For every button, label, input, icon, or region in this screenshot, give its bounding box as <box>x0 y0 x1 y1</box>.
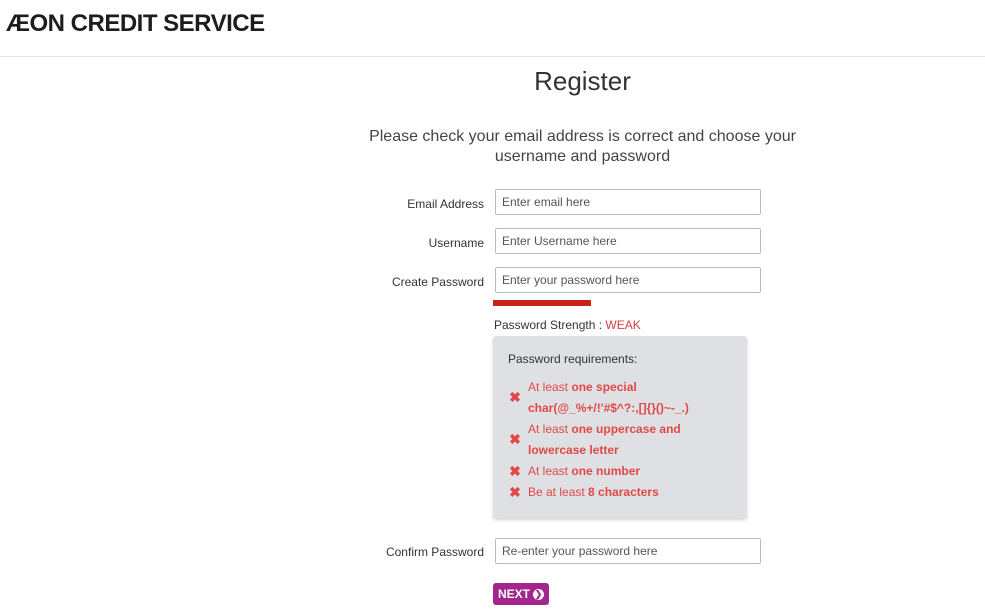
requirement-item: ✖ Be at least 8 characters <box>508 482 738 503</box>
cross-icon: ✖ <box>509 463 521 479</box>
username-label: Username <box>428 236 484 250</box>
strength-value: WEAK <box>605 318 641 332</box>
username-input[interactable] <box>495 228 761 254</box>
circle-arrow-right-icon: ❯ <box>533 588 544 600</box>
requirements-title: Password requirements: <box>508 352 638 366</box>
aeon-logo[interactable]: ÆON CREDIT SERVICE <box>6 10 265 38</box>
next-button[interactable]: NEXT ❯ <box>493 583 549 605</box>
email-input[interactable] <box>495 189 761 215</box>
site-header: ÆON CREDIT SERVICE <box>0 0 985 57</box>
password-input[interactable] <box>495 267 761 293</box>
password-strength-bar <box>493 300 591 306</box>
requirement-detail: 8 characters <box>588 485 659 499</box>
page-title: Register <box>534 66 631 96</box>
requirement-item: ✖ At least one uppercase and lowercase l… <box>508 419 738 461</box>
requirement-prefix: At least <box>528 464 572 478</box>
confirm-password-label: Confirm Password <box>385 545 484 559</box>
strength-label: Password Strength : <box>494 318 603 332</box>
requirement-prefix: At least <box>528 380 572 394</box>
requirement-detail: one number <box>571 464 641 478</box>
password-label: Create Password <box>391 275 484 289</box>
requirement-item: ✖ At least one number <box>508 461 738 482</box>
password-strength-text: Password Strength : WEAK <box>494 318 641 332</box>
cross-icon: ✖ <box>509 484 521 500</box>
requirement-item: ✖ At least one special char(@_%+/!'#$^?:… <box>508 377 738 419</box>
email-label: Email Address <box>407 197 484 211</box>
cross-icon: ✖ <box>509 389 521 405</box>
password-requirements-panel: Password requirements: ✖ At least one sp… <box>493 336 747 518</box>
confirm-password-input[interactable] <box>495 538 761 564</box>
next-label: NEXT <box>497 587 530 601</box>
cross-icon: ✖ <box>509 431 521 447</box>
requirement-prefix: At least <box>528 422 572 436</box>
requirement-prefix: Be at least <box>528 485 589 499</box>
intro-text: Please check your email address is corre… <box>369 128 796 165</box>
